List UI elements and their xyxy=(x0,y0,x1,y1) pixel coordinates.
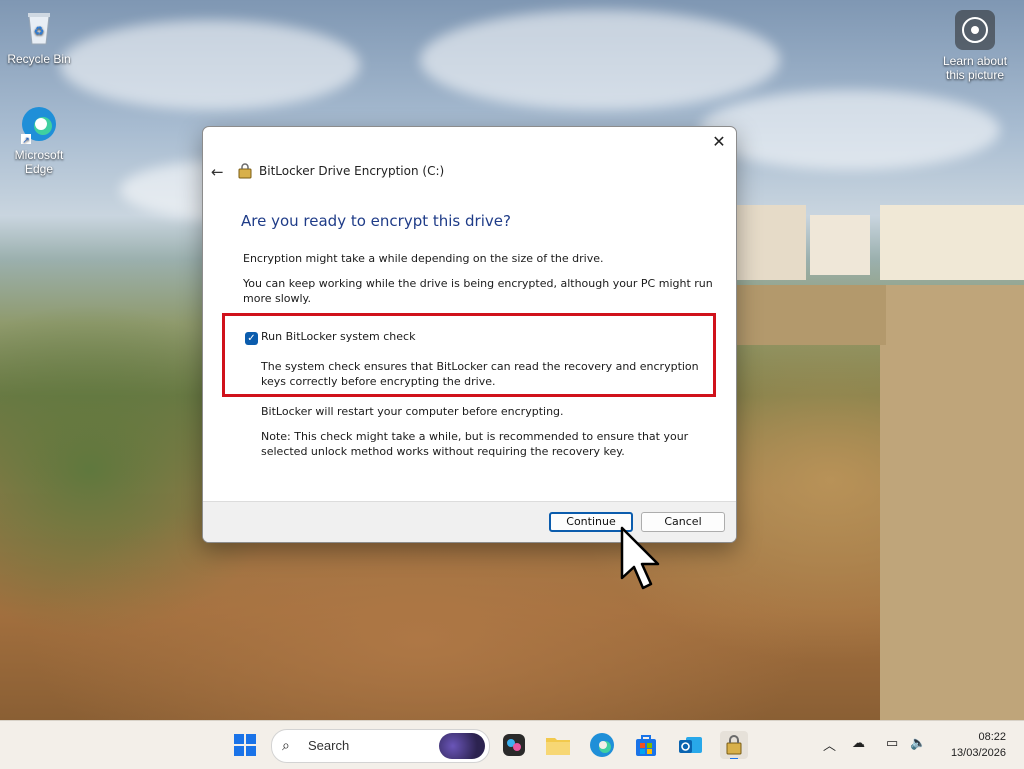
recommendation-note: Note: This check might take a while, but… xyxy=(261,430,689,458)
recycle-bin-icon: ♻ xyxy=(19,8,59,48)
clock-date: 13/03/2026 xyxy=(950,747,1006,759)
keep-working-text: You can keep working while the drive is … xyxy=(243,277,713,305)
restart-note: BitLocker will restart your computer bef… xyxy=(261,405,564,418)
mouse-cursor-icon xyxy=(620,526,662,603)
volume-icon[interactable]: 🔈 xyxy=(910,735,926,751)
taskbar: ⌕ Search ︿ ☁ ▭ 🔈 08:22 13/03/2026 xyxy=(0,720,1024,769)
microsoft-edge-shortcut[interactable]: ↗ Microsoft Edge xyxy=(4,104,74,176)
search-icon: ⌕ xyxy=(282,737,290,753)
bitlocker-icon xyxy=(237,163,253,179)
edge-taskbar-icon[interactable] xyxy=(588,731,616,759)
search-placeholder: Search xyxy=(308,738,350,753)
svg-text:↗: ↗ xyxy=(22,135,30,144)
copilot-icon[interactable] xyxy=(500,731,528,759)
dialog-heading: Are you ready to encrypt this drive? xyxy=(241,212,511,230)
bitlocker-dialog: ✕ ← BitLocker Drive Encryption (C:) Are … xyxy=(202,126,737,543)
edge-icon: ↗ xyxy=(19,104,59,145)
encryption-time-text: Encryption might take a while depending … xyxy=(243,252,604,265)
file-explorer-icon[interactable] xyxy=(544,731,572,759)
network-icon[interactable]: ▭ xyxy=(886,735,898,751)
svg-text:♻: ♻ xyxy=(34,24,45,38)
search-highlight-icon xyxy=(439,733,485,759)
system-check-checkbox[interactable]: ✓ xyxy=(245,332,258,345)
camera-icon xyxy=(955,10,995,50)
cloud-offline-icon[interactable]: ☁ xyxy=(852,735,865,751)
clock-time: 08:22 xyxy=(978,731,1006,743)
outlook-icon[interactable] xyxy=(676,731,704,759)
system-check-description: The system check ensures that BitLocker … xyxy=(261,360,699,388)
close-button[interactable]: ✕ xyxy=(708,131,730,153)
dialog-title: BitLocker Drive Encryption (C:) xyxy=(237,163,444,179)
back-arrow-icon[interactable]: ← xyxy=(211,163,224,181)
taskbar-search-box[interactable]: ⌕ Search xyxy=(271,729,490,763)
recycle-bin-shortcut[interactable]: ♻ Recycle Bin xyxy=(4,8,74,66)
learn-about-picture-shortcut[interactable]: Learn about this picture xyxy=(940,10,1010,82)
store-icon[interactable] xyxy=(632,731,660,759)
start-icon[interactable] xyxy=(231,731,259,759)
taskbar-clock[interactable]: 08:22 13/03/2026 xyxy=(951,729,1006,761)
bitlocker-taskbar-icon[interactable] xyxy=(720,731,748,760)
system-check-label[interactable]: Run BitLocker system check xyxy=(261,330,415,343)
chevron-up-icon[interactable]: ︿ xyxy=(823,735,836,754)
